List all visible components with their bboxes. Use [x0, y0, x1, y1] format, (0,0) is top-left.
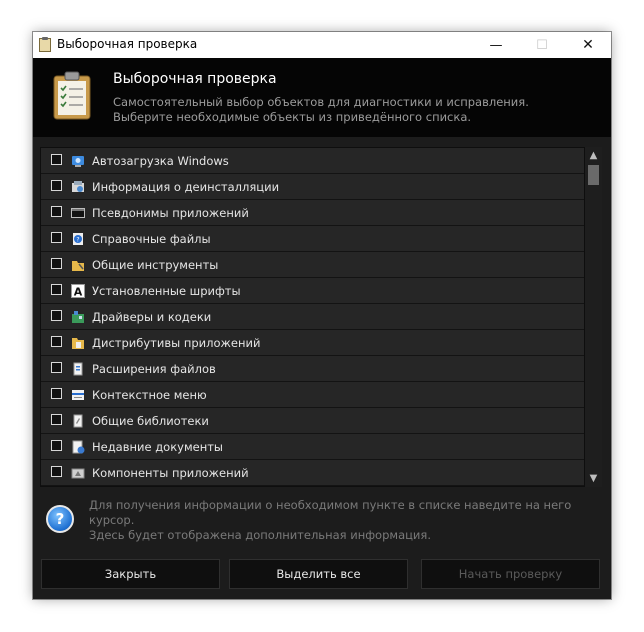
header-subtitle-line2: Выберите необходимые объекты из приведён…: [113, 110, 472, 124]
scrollbar-thumb[interactable]: [588, 165, 599, 185]
list-item-label: Справочные файлы: [92, 232, 211, 246]
fonts-icon: A: [70, 283, 85, 298]
list-item-label: Недавние документы: [92, 440, 224, 454]
info-hint-line1: Для получения информации о необходимом п…: [89, 498, 572, 527]
autostart-icon: [70, 153, 85, 168]
drivers-codecs-icon: [70, 309, 85, 324]
checkbox[interactable]: [51, 336, 62, 347]
window-title: Выборочная проверка: [57, 37, 198, 51]
info-hint: Для получения информации о необходимом п…: [89, 498, 611, 543]
header-title: Выборочная проверка: [113, 71, 277, 87]
header-subtitle-line1: Самостоятельный выбор объектов для диагн…: [113, 95, 529, 109]
list-item-recent-documents[interactable]: Недавние документы: [41, 434, 584, 460]
checkbox[interactable]: [51, 180, 62, 191]
header-subtitle: Самостоятельный выбор объектов для диагн…: [113, 95, 529, 125]
scan-items-list[interactable]: Автозагрузка Windows Информация о деинст…: [40, 147, 585, 487]
list-item-app-aliases[interactable]: Псевдонимы приложений: [41, 200, 584, 226]
list-item-label: Общие библиотеки: [92, 414, 209, 428]
help-files-icon: ?: [70, 231, 85, 246]
checkbox[interactable]: [51, 284, 62, 295]
uninstall-info-icon: [70, 179, 85, 194]
close-button[interactable]: Закрыть: [41, 559, 220, 589]
scroll-down-arrow-icon[interactable]: ▼: [585, 470, 602, 487]
app-clipboard-icon: [39, 37, 51, 52]
svg-text:?: ?: [76, 236, 79, 243]
list-item-context-menu[interactable]: Контекстное меню: [41, 382, 584, 408]
checkbox[interactable]: [51, 362, 62, 373]
list-item-label: Расширения файлов: [92, 362, 216, 376]
info-hint-line2: Здесь будет отображена дополнительная ин…: [89, 528, 431, 542]
dialog-header: Выборочная проверка Самостоятельный выбо…: [33, 58, 611, 137]
list-item-label: Установленные шрифты: [92, 284, 241, 298]
shared-libraries-icon: [70, 413, 85, 428]
checkbox[interactable]: [51, 414, 62, 425]
custom-scan-window: Выборочная проверка — ☐ ✕ Выборочная про…: [33, 32, 611, 599]
select-all-button[interactable]: Выделить все: [229, 559, 408, 589]
checkbox[interactable]: [51, 154, 62, 165]
list-item-shared-libraries[interactable]: Общие библиотеки: [41, 408, 584, 434]
list-item-app-components[interactable]: Компоненты приложений: [41, 460, 584, 486]
list-item-label: Общие инструменты: [92, 258, 219, 272]
clipboard-checklist-icon: [53, 71, 91, 120]
list-item-help-files[interactable]: ? Справочные файлы: [41, 226, 584, 252]
file-extensions-icon: [70, 361, 85, 376]
list-item-file-extensions[interactable]: Расширения файлов: [41, 356, 584, 382]
checkbox[interactable]: [51, 258, 62, 269]
list-item-label: Драйверы и кодеки: [92, 310, 212, 324]
checkbox[interactable]: [51, 388, 62, 399]
checkbox[interactable]: [51, 206, 62, 217]
list-item-label: Автозагрузка Windows: [92, 154, 229, 168]
checkbox[interactable]: [51, 310, 62, 321]
app-components-icon: [70, 465, 85, 480]
scroll-up-arrow-icon[interactable]: ▲: [585, 147, 602, 164]
list-item-label: Контекстное меню: [92, 388, 207, 402]
minimize-button[interactable]: —: [473, 32, 519, 58]
installers-icon: [70, 335, 85, 350]
list-item-autostart[interactable]: Автозагрузка Windows: [41, 148, 584, 174]
list-item-uninstall-info[interactable]: Информация о деинсталляции: [41, 174, 584, 200]
checkbox[interactable]: [51, 466, 62, 477]
list-item-label: Компоненты приложений: [92, 466, 249, 480]
list-item-label: Дистрибутивы приложений: [92, 336, 261, 350]
svg-text:A: A: [73, 285, 82, 298]
title-bar[interactable]: Выборочная проверка — ☐ ✕: [33, 32, 611, 58]
checkbox[interactable]: [51, 440, 62, 451]
list-item-label: Псевдонимы приложений: [92, 206, 249, 220]
context-menu-icon: [70, 387, 85, 402]
question-icon: ?: [46, 505, 74, 533]
start-scan-button[interactable]: Начать проверку: [421, 559, 600, 589]
list-item-installers[interactable]: Дистрибутивы приложений: [41, 330, 584, 356]
maximize-button[interactable]: ☐: [519, 32, 565, 58]
list-item-label: Информация о деинсталляции: [92, 180, 280, 194]
list-item-installed-fonts[interactable]: A Установленные шрифты: [41, 278, 584, 304]
checkbox[interactable]: [51, 232, 62, 243]
shared-tools-icon: [70, 257, 85, 272]
close-window-button[interactable]: ✕: [565, 32, 611, 58]
app-alias-icon: [70, 205, 85, 220]
list-item-drivers-codecs[interactable]: Драйверы и кодеки: [41, 304, 584, 330]
list-item-shared-tools[interactable]: Общие инструменты: [41, 252, 584, 278]
list-scrollbar[interactable]: ▲ ▼: [585, 147, 602, 487]
recent-documents-icon: [70, 439, 85, 454]
